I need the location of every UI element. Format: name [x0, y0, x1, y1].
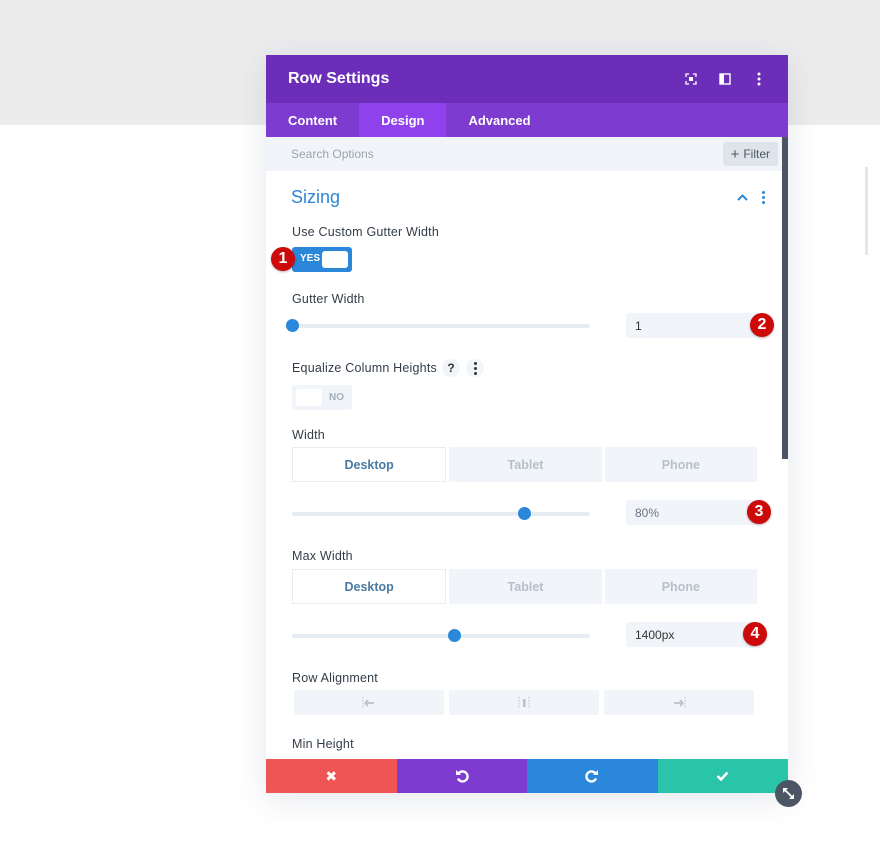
gutter-width-slider[interactable]	[286, 319, 590, 332]
toggle-yes-label: YES	[300, 253, 321, 264]
max-width-device-tabs: Desktop Tablet Phone	[292, 569, 757, 604]
max-width-tab-phone[interactable]: Phone	[604, 569, 757, 604]
row-settings-modal: Row Settings Content Design Advanced + F…	[266, 55, 788, 793]
modal-header: Row Settings	[266, 55, 788, 103]
modal-footer: ✖	[266, 759, 788, 793]
resize-icon	[783, 788, 794, 799]
tab-content[interactable]: Content	[266, 103, 359, 137]
undo-icon	[455, 770, 469, 783]
toggle-knob	[296, 389, 322, 406]
plus-icon: +	[730, 145, 740, 163]
search-bar: + Filter	[266, 137, 788, 171]
gutter-width-field: Gutter Width	[266, 292, 782, 306]
align-center-icon	[518, 696, 530, 709]
filter-button[interactable]: + Filter	[722, 142, 778, 166]
max-width-slider-thumb[interactable]	[448, 629, 462, 642]
equalize-label: Equalize Column Heights	[292, 361, 437, 375]
max-width-field: Max Width	[266, 549, 782, 563]
row-alignment-options	[294, 690, 754, 715]
width-tab-desktop[interactable]: Desktop	[292, 447, 447, 482]
field-more-icon[interactable]	[466, 359, 484, 377]
toggle-knob	[322, 251, 348, 268]
modal-tabs: Content Design Advanced	[266, 103, 788, 137]
section-title: Sizing	[291, 186, 341, 207]
settings-scrollbar[interactable]	[782, 137, 788, 459]
check-icon	[716, 771, 729, 781]
align-right-button[interactable]	[604, 690, 754, 715]
width-device-tabs: Desktop Tablet Phone	[292, 447, 757, 482]
chevron-up-icon[interactable]	[737, 190, 748, 204]
align-center-button[interactable]	[449, 690, 599, 715]
gutter-width-slider-thumb[interactable]	[286, 319, 299, 332]
gutter-width-input[interactable]	[626, 313, 756, 338]
width-slider[interactable]	[292, 507, 590, 520]
settings-body: Sizing Use Custom Gutter Width YES 1 Gut…	[266, 171, 782, 759]
section-more-icon[interactable]	[758, 190, 768, 204]
align-right-icon	[674, 696, 686, 709]
toggle-no-label: NO	[329, 392, 344, 403]
redo-button[interactable]	[527, 759, 658, 793]
align-left-button[interactable]	[294, 690, 444, 715]
equalize-field: Equalize Column Heights	[266, 361, 782, 375]
save-button[interactable]	[657, 759, 788, 793]
width-tab-phone[interactable]: Phone	[604, 447, 757, 482]
tab-advanced[interactable]: Advanced	[446, 103, 552, 137]
close-icon: ✖	[325, 767, 338, 784]
annotation-badge-3: 3	[747, 500, 771, 524]
modal-title: Row Settings	[288, 70, 390, 87]
row-alignment-field: Row Alignment	[266, 671, 782, 685]
align-left-icon	[362, 696, 374, 709]
cancel-button[interactable]: ✖	[266, 759, 397, 793]
gutter-width-label: Gutter Width	[292, 292, 365, 306]
custom-gutter-toggle[interactable]: YES	[292, 247, 352, 272]
search-options-input[interactable]	[291, 147, 723, 161]
filter-label: Filter	[743, 147, 770, 161]
max-width-label: Max Width	[292, 549, 353, 563]
more-options-icon[interactable]	[742, 67, 776, 91]
page-scroll-indicator	[865, 167, 868, 255]
custom-gutter-label: Use Custom Gutter Width	[292, 225, 440, 239]
width-tab-tablet[interactable]: Tablet	[449, 447, 602, 482]
max-width-input[interactable]	[626, 622, 756, 647]
min-height-label: Min Height	[292, 737, 354, 751]
redo-icon	[585, 770, 599, 783]
width-field: Width	[266, 428, 782, 442]
max-width-tab-tablet[interactable]: Tablet	[449, 569, 602, 604]
annotation-badge-2: 2	[750, 313, 774, 337]
equalize-toggle[interactable]: NO	[292, 385, 352, 410]
help-icon[interactable]: ?	[442, 359, 460, 377]
custom-gutter-field: Use Custom Gutter Width	[266, 225, 782, 239]
focus-mode-icon[interactable]	[674, 67, 708, 91]
max-width-tab-desktop[interactable]: Desktop	[292, 569, 447, 604]
annotation-badge-1: 1	[271, 247, 295, 271]
min-height-field: Min Height	[266, 737, 782, 751]
undo-button[interactable]	[396, 759, 527, 793]
tab-design[interactable]: Design	[359, 103, 447, 137]
sizing-section-header[interactable]: Sizing	[266, 171, 782, 223]
max-width-slider[interactable]	[292, 629, 590, 642]
width-slider-thumb[interactable]	[518, 507, 532, 520]
resize-handle[interactable]	[775, 780, 802, 807]
annotation-badge-4: 4	[743, 622, 767, 646]
width-input[interactable]	[626, 500, 756, 525]
row-alignment-label: Row Alignment	[292, 671, 378, 685]
split-view-icon[interactable]	[708, 67, 742, 91]
width-label: Width	[292, 428, 325, 442]
